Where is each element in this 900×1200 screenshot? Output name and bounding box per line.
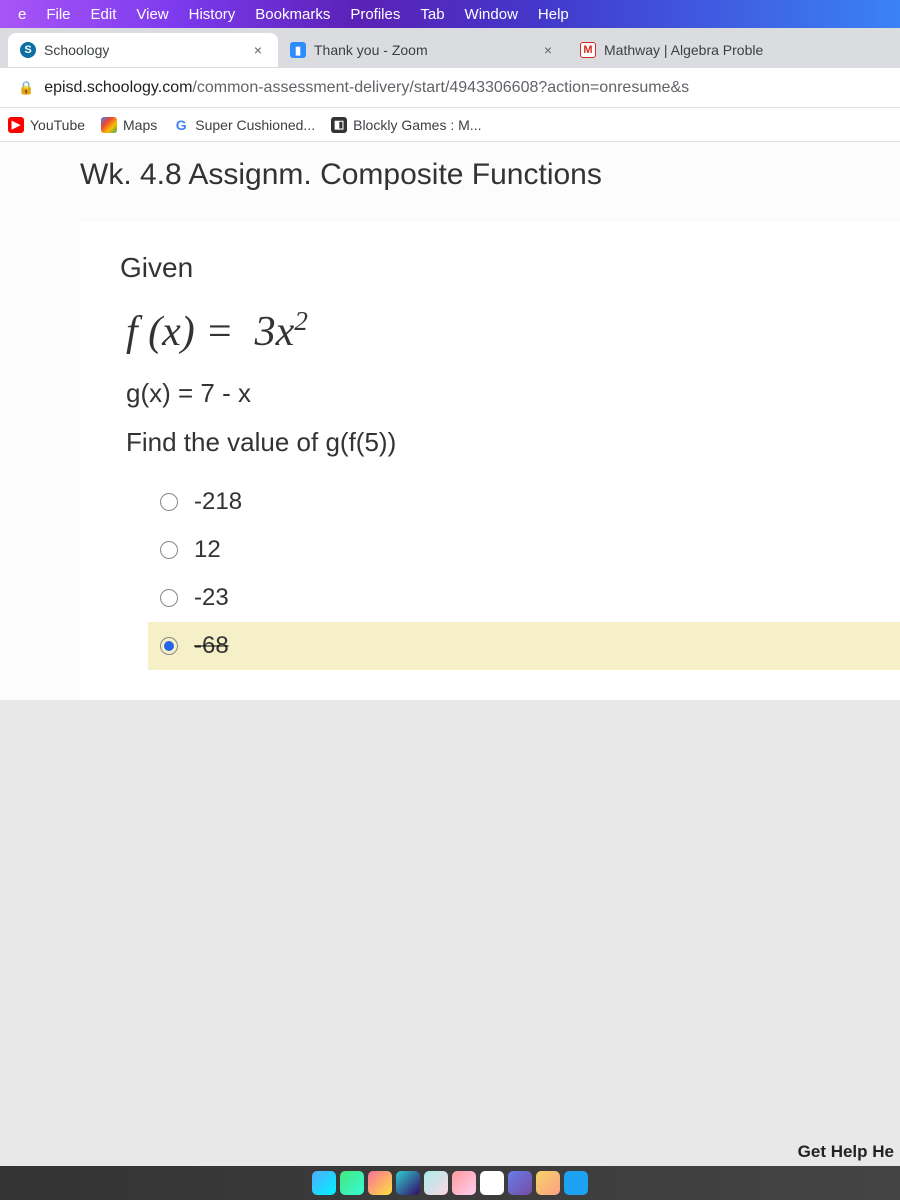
menu-item-appname[interactable]: e	[8, 6, 36, 23]
dock-app-icon[interactable]	[424, 1171, 448, 1195]
tab-mathway[interactable]: M Mathway | Algebra Proble	[568, 33, 900, 67]
menu-item-bookmarks[interactable]: Bookmarks	[245, 6, 340, 23]
formula-fx: f (x) = 3x2	[120, 306, 870, 356]
radio-icon	[160, 493, 178, 511]
dock-app-icon[interactable]	[536, 1171, 560, 1195]
bookmark-label: Super Cushioned...	[195, 117, 315, 133]
page-title: Wk. 4.8 Assignm. Composite Functions	[0, 152, 900, 222]
tab-zoom[interactable]: ▮ Thank you - Zoom ×	[278, 33, 568, 67]
option-label: -23	[194, 584, 229, 612]
option-label: 12	[194, 536, 221, 564]
bookmark-maps[interactable]: Maps	[101, 117, 157, 133]
close-icon[interactable]: ×	[540, 42, 556, 58]
menu-item-file[interactable]: File	[36, 6, 80, 23]
radio-checked-icon	[160, 637, 178, 655]
menu-item-tab[interactable]: Tab	[410, 6, 454, 23]
dock	[312, 1171, 588, 1195]
mac-menubar: e File Edit View History Bookmarks Profi…	[0, 0, 900, 28]
bookmark-label: YouTube	[30, 117, 85, 133]
option-d[interactable]: -68	[148, 622, 900, 670]
maps-icon	[101, 117, 117, 133]
option-label: -68	[194, 632, 229, 660]
dock-app-icon[interactable]	[368, 1171, 392, 1195]
close-icon[interactable]: ×	[250, 42, 266, 58]
youtube-icon: ▶	[8, 117, 24, 133]
address-bar[interactable]: 🔒 episd.schoology.com /common-assessment…	[0, 68, 900, 108]
blockly-icon: ◧	[331, 117, 347, 133]
menu-item-window[interactable]: Window	[455, 6, 528, 23]
lock-icon: 🔒	[18, 80, 34, 96]
option-b[interactable]: 12	[160, 526, 870, 574]
option-c[interactable]: -23	[160, 574, 870, 622]
menu-item-help[interactable]: Help	[528, 6, 579, 23]
dock-app-icon[interactable]	[452, 1171, 476, 1195]
menu-item-edit[interactable]: Edit	[81, 6, 127, 23]
menu-item-profiles[interactable]: Profiles	[340, 6, 410, 23]
bookmark-youtube[interactable]: ▶ YouTube	[8, 117, 85, 133]
bookmark-label: Maps	[123, 117, 157, 133]
given-label: Given	[120, 252, 870, 284]
dock-app-icon[interactable]	[340, 1171, 364, 1195]
url-path: /common-assessment-delivery/start/494330…	[192, 79, 689, 97]
tab-schoology[interactable]: S Schoology ×	[8, 33, 278, 67]
question-card: Given f (x) = 3x2 g(x) = 7 - x Find the …	[80, 222, 900, 700]
radio-icon	[160, 589, 178, 607]
option-a[interactable]: -218	[160, 478, 870, 526]
dock-app-icon[interactable]	[508, 1171, 532, 1195]
dock-app-icon[interactable]	[396, 1171, 420, 1195]
dock-app-icon[interactable]	[312, 1171, 336, 1195]
url-host: episd.schoology.com	[44, 79, 192, 97]
mathway-favicon-icon: M	[580, 42, 596, 58]
get-help-label[interactable]: Get Help He	[798, 1142, 894, 1162]
radio-icon	[160, 541, 178, 559]
option-label: -218	[194, 488, 242, 516]
question-prompt: Find the value of g(f(5))	[120, 427, 870, 458]
assessment-page: Wk. 4.8 Assignm. Composite Functions Giv…	[0, 142, 900, 700]
dock-bar	[0, 1166, 900, 1200]
tab-title: Schoology	[44, 42, 109, 58]
zoom-favicon-icon: ▮	[290, 42, 306, 58]
bookmark-super-cushioned[interactable]: G Super Cushioned...	[173, 117, 315, 133]
answer-options: -218 12 -23 -68	[120, 478, 870, 670]
dock-app-icon[interactable]	[480, 1171, 504, 1195]
schoology-favicon-icon: S	[20, 42, 36, 58]
browser-tab-strip: S Schoology × ▮ Thank you - Zoom × M Mat…	[0, 28, 900, 68]
bookmark-label: Blockly Games : M...	[353, 117, 481, 133]
bookmarks-bar: ▶ YouTube Maps G Super Cushioned... ◧ Bl…	[0, 108, 900, 142]
formula-gx: g(x) = 7 - x	[120, 378, 870, 409]
tab-title: Mathway | Algebra Proble	[604, 42, 763, 58]
google-icon: G	[173, 117, 189, 133]
menu-item-view[interactable]: View	[126, 6, 178, 23]
bookmark-blockly[interactable]: ◧ Blockly Games : M...	[331, 117, 481, 133]
menu-item-history[interactable]: History	[179, 6, 246, 23]
dock-app-icon[interactable]	[564, 1171, 588, 1195]
tab-title: Thank you - Zoom	[314, 42, 428, 58]
